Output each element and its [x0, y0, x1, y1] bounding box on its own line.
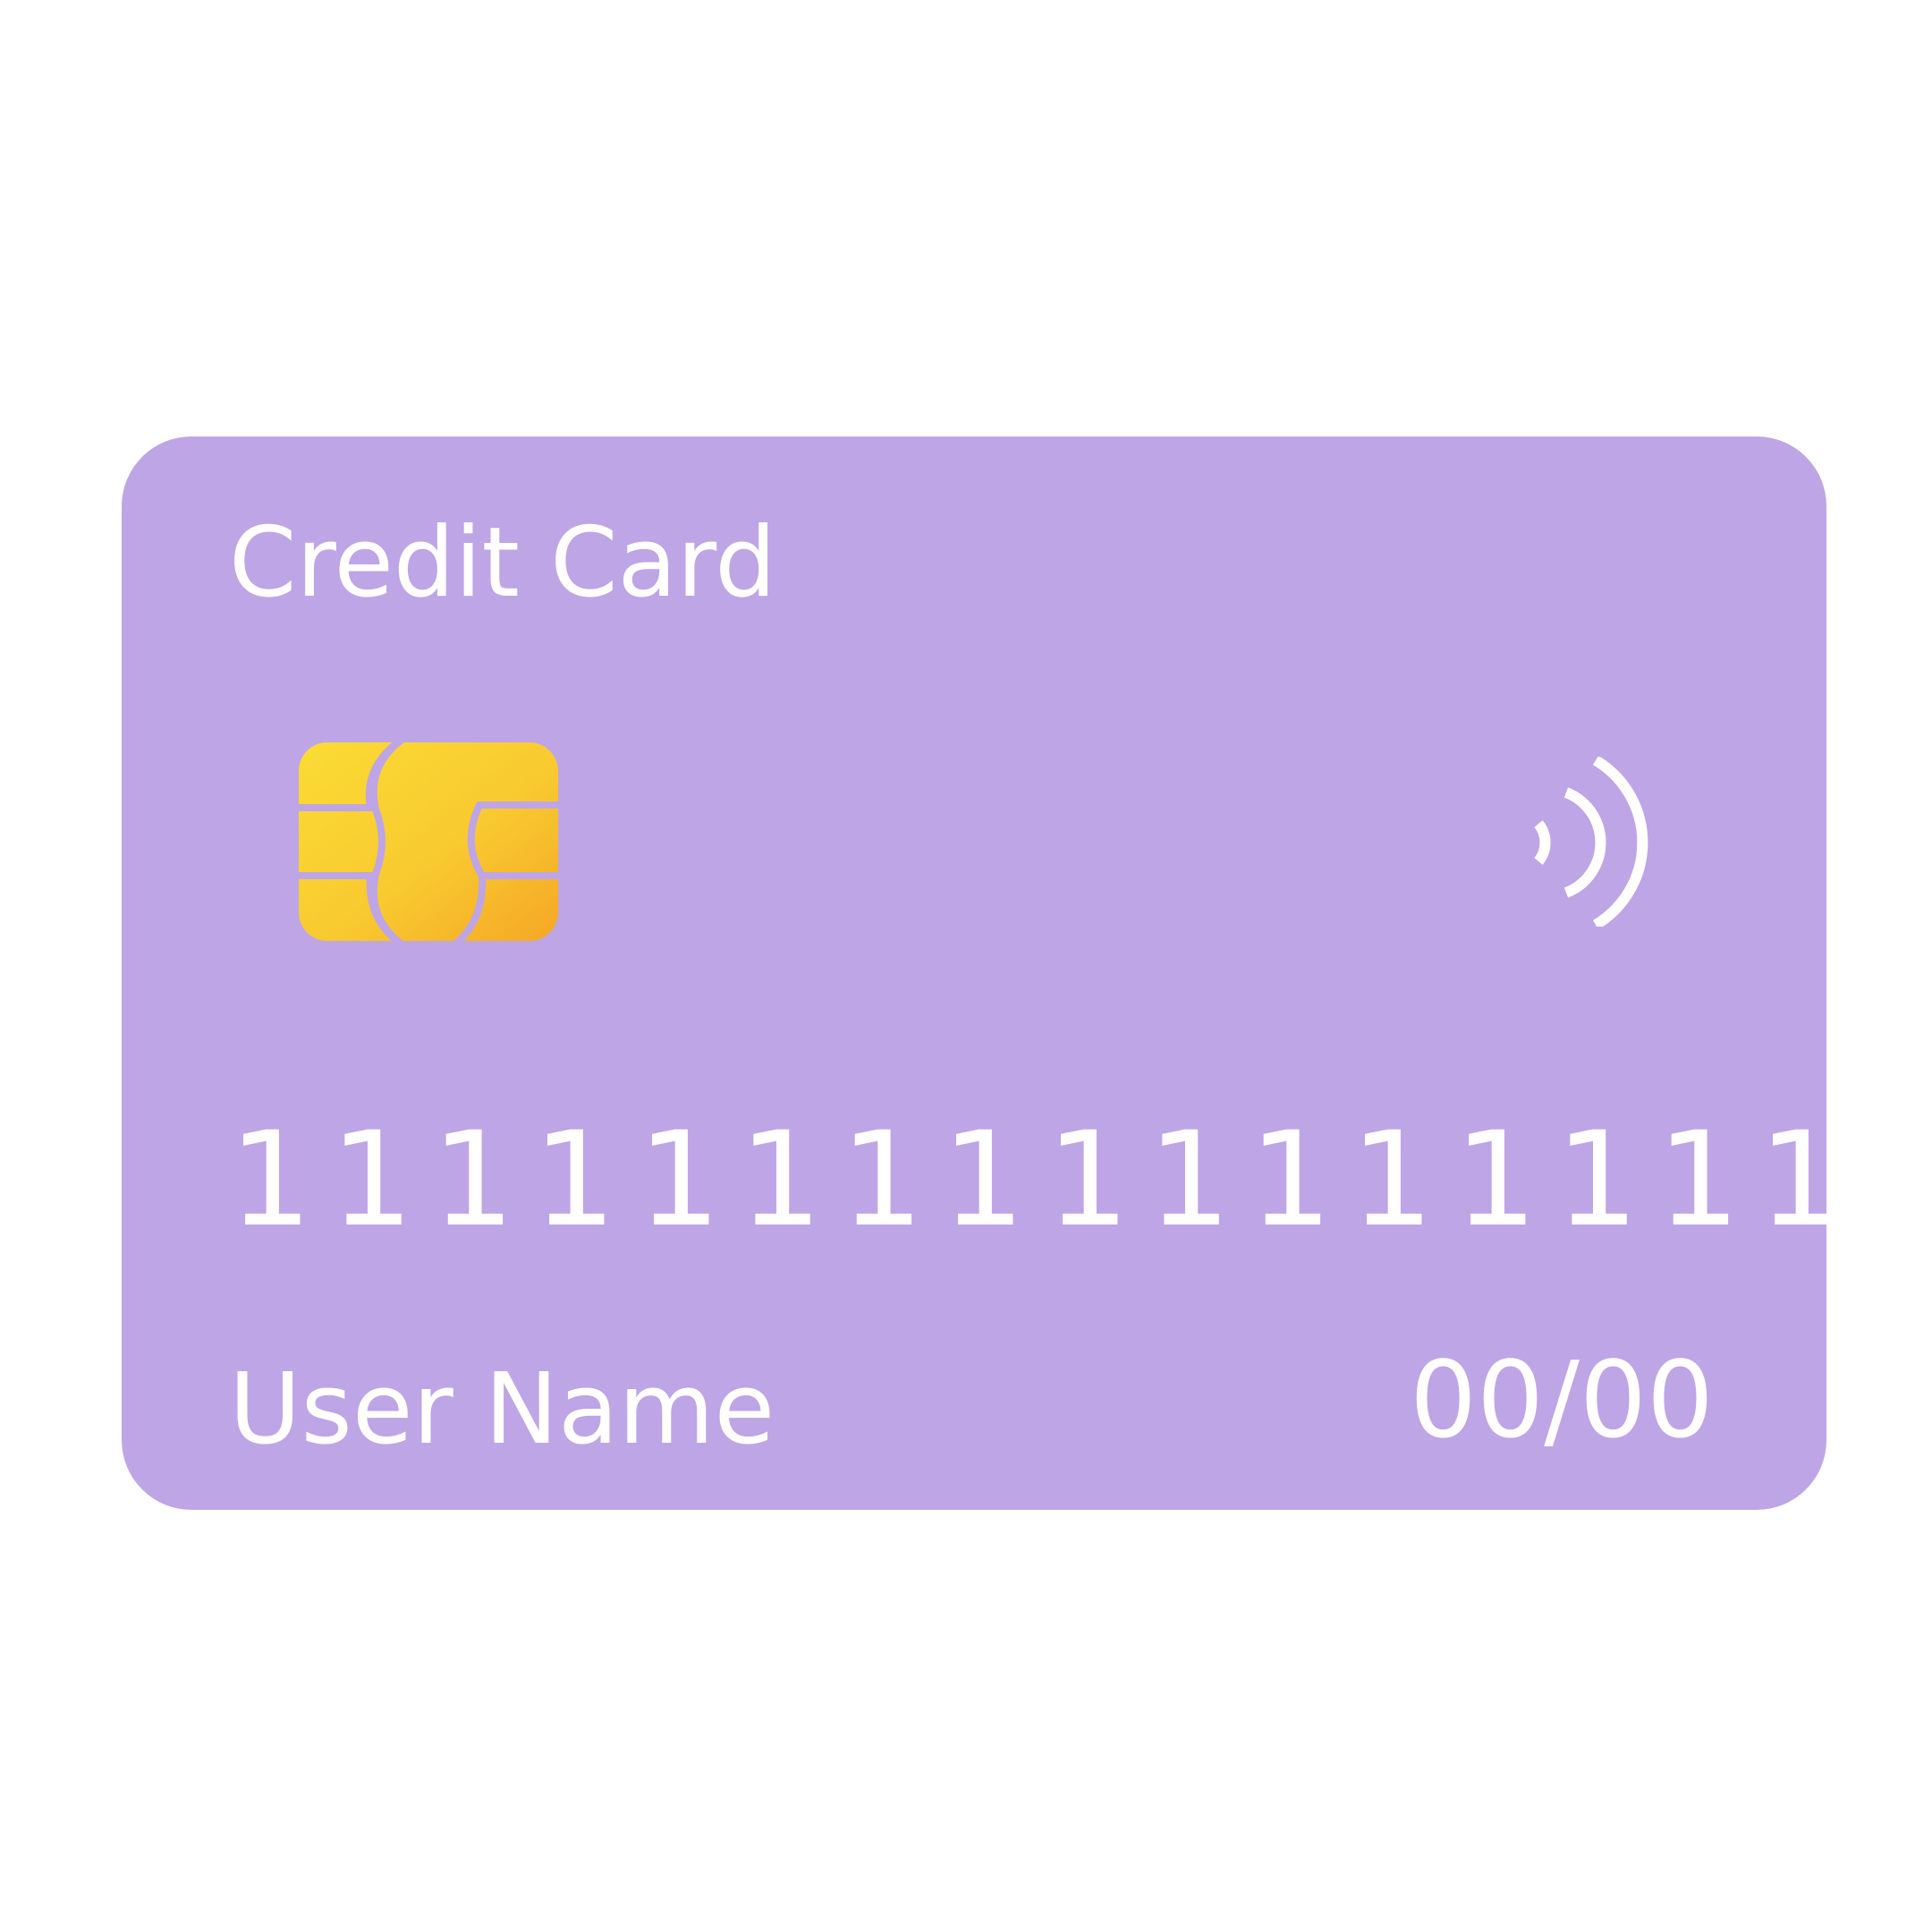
card-expiry: 00/00 — [1409, 1338, 1714, 1462]
chip-icon — [299, 742, 558, 941]
card-number: 1111 1111 1111 1111 — [229, 1114, 1842, 1245]
card-number-group-3: 1111 — [1046, 1104, 1453, 1256]
card-number-group-2: 1111 — [638, 1104, 1044, 1256]
card-number-group-4: 1111 — [1454, 1104, 1860, 1256]
contactless-icon — [1534, 757, 1648, 927]
card-holder-name: User Name — [229, 1352, 775, 1466]
card-number-group-1: 1111 — [229, 1104, 635, 1256]
credit-card: Credit Card 1111 1111 1111 1111 User Nam… — [122, 436, 1842, 1510]
page: Credit Card 1111 1111 1111 1111 User Nam… — [0, 0, 1932, 1932]
card-title: Credit Card — [229, 507, 776, 619]
